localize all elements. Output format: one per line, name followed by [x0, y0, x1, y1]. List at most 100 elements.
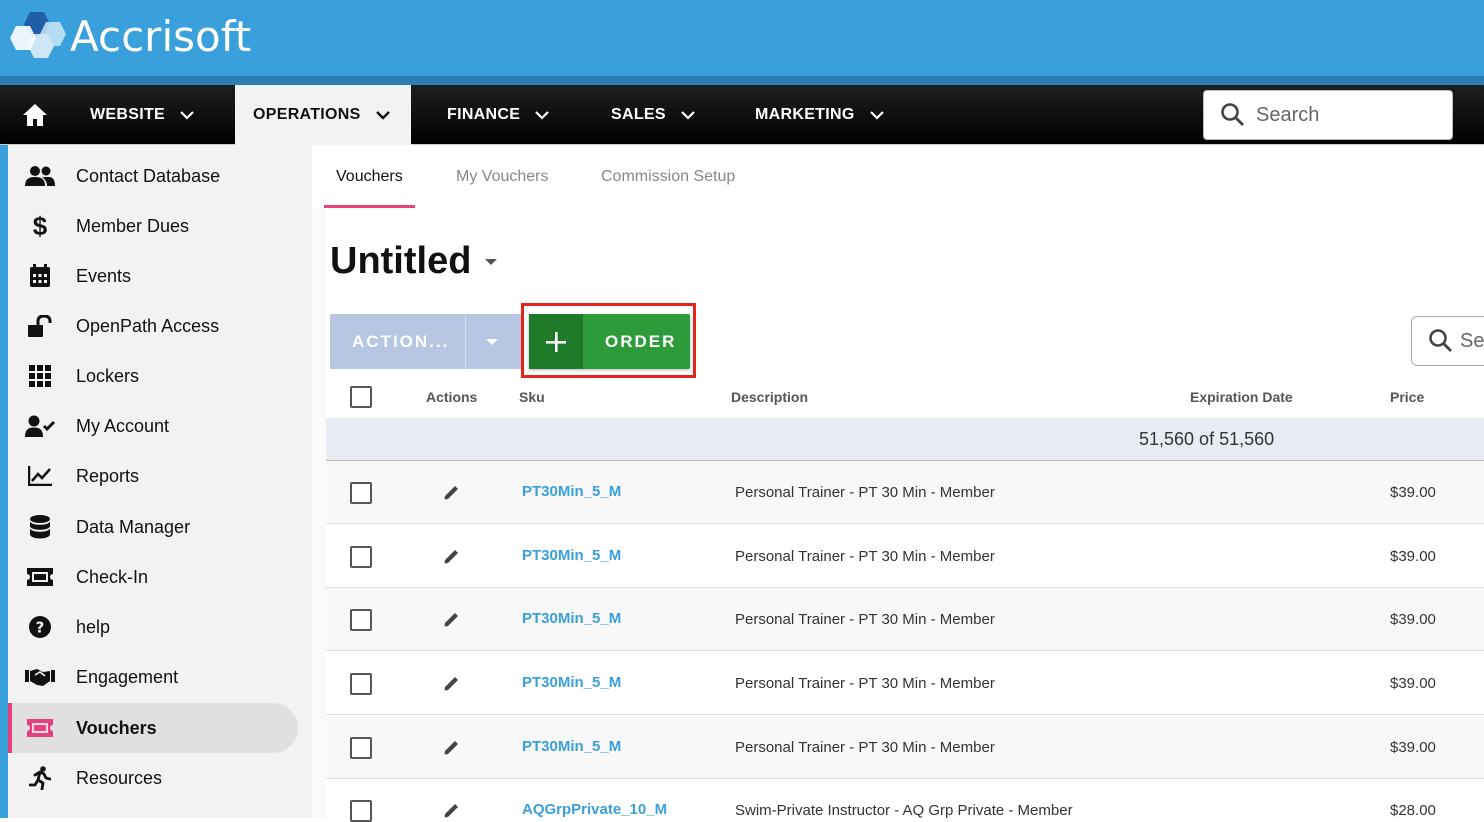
sku-link[interactable]: PT30Min_5_M — [522, 674, 621, 691]
nav-website-label: WEBSITE — [90, 106, 165, 123]
user-check-icon — [24, 410, 56, 442]
grid-search[interactable]: Se — [1411, 316, 1484, 366]
search-icon — [1221, 103, 1244, 126]
sidebar-item-label: help — [76, 616, 111, 637]
logo-icon — [10, 12, 66, 58]
pencil-icon[interactable] — [443, 547, 461, 565]
select-all-checkbox[interactable] — [350, 386, 372, 408]
sidebar-item-label: Member Dues — [76, 215, 190, 236]
sidebar-item-member-dues[interactable]: $ Member Dues — [8, 201, 298, 251]
sidebar-item-label: My Account — [76, 415, 170, 436]
sidebar-item-vouchers[interactable]: Vouchers — [8, 703, 298, 753]
sku-link[interactable]: PT30Min_5_M — [522, 483, 621, 500]
sidebar-item-lockers[interactable]: Lockers — [8, 351, 298, 401]
title-dropdown-icon[interactable] — [484, 257, 498, 267]
svg-text:?: ? — [36, 619, 45, 637]
brand-name: Accrisoft — [70, 11, 252, 61]
accrisoft-logo[interactable]: Accrisoft — [10, 10, 251, 62]
row-checkbox[interactable] — [350, 609, 372, 631]
column-header-expiration-date[interactable]: Expiration Date — [1190, 389, 1293, 405]
nav-operations-label: OPERATIONS — [253, 106, 361, 123]
nav-marketing[interactable]: MARKETING — [755, 85, 885, 145]
chevron-down-icon — [869, 111, 884, 120]
app-header: Accrisoft — [0, 0, 1484, 76]
price-cell: $39.00 — [1390, 675, 1436, 692]
tab-vouchers[interactable]: Vouchers — [324, 145, 415, 208]
nav-website[interactable]: WEBSITE — [90, 85, 195, 145]
sidebar-item-openpath-access[interactable]: OpenPath Access — [8, 301, 298, 351]
chevron-down-icon — [535, 111, 549, 120]
main-nav: WEBSITE OPERATIONS FINANCE SALES MARKETI… — [0, 85, 1484, 145]
grid-icon — [24, 360, 56, 392]
sidebar-item-help[interactable]: ? help — [8, 602, 298, 652]
row-checkbox[interactable] — [350, 800, 372, 822]
column-header-price[interactable]: Price — [1390, 389, 1424, 405]
sidebar-item-check-in[interactable]: Check-In — [8, 552, 298, 602]
row-checkbox[interactable] — [350, 737, 372, 759]
sidebar-item-events[interactable]: Events — [8, 251, 298, 301]
home-button[interactable] — [14, 99, 56, 131]
pencil-icon[interactable] — [443, 801, 461, 819]
table-row[interactable]: PT30Min_5_M Personal Trainer - PT 30 Min… — [326, 716, 1484, 779]
sidebar-item-resources[interactable]: Resources — [8, 753, 298, 803]
order-button[interactable]: ORDER — [529, 314, 690, 369]
users-icon — [24, 160, 56, 192]
description-cell: Personal Trainer - PT 30 Min - Member — [735, 739, 995, 756]
sku-link[interactable]: PT30Min_5_M — [522, 547, 621, 564]
database-icon — [24, 511, 56, 543]
global-search-input[interactable] — [1256, 103, 1436, 127]
price-cell: $39.00 — [1390, 484, 1436, 501]
table-row[interactable]: PT30Min_5_M Personal Trainer - PT 30 Min… — [326, 588, 1484, 651]
voucher-tabs: Vouchers My Vouchers Commission Setup — [312, 145, 1484, 208]
description-cell: Personal Trainer - PT 30 Min - Member — [735, 548, 995, 565]
sidebar-item-data-manager[interactable]: Data Manager — [8, 502, 298, 552]
nav-finance[interactable]: FINANCE — [447, 85, 550, 145]
sidebar-item-label: Engagement — [76, 666, 179, 687]
sidebar-item-my-account[interactable]: My Account — [8, 401, 298, 451]
tab-commission-setup[interactable]: Commission Setup — [589, 145, 747, 208]
description-cell: Personal Trainer - PT 30 Min - Member — [735, 611, 995, 628]
sidebar-item-engagement[interactable]: Engagement — [8, 652, 298, 702]
global-search[interactable] — [1203, 90, 1453, 140]
row-checkbox[interactable] — [350, 673, 372, 695]
button-divider — [465, 314, 466, 369]
table-row[interactable]: AQGrpPrivate_10_M Swim-Private Instructo… — [326, 779, 1484, 822]
table-row[interactable]: PT30Min_5_M Personal Trainer - PT 30 Min… — [326, 461, 1484, 524]
sku-link[interactable]: PT30Min_5_M — [522, 738, 621, 755]
sidebar-item-contact-database[interactable]: Contact Database — [8, 151, 298, 201]
unlock-icon — [24, 310, 56, 342]
row-checkbox[interactable] — [350, 482, 372, 504]
nav-sales[interactable]: SALES — [611, 85, 696, 145]
record-count-row: 51,560 of 51,560 — [326, 418, 1484, 461]
tab-label: My Vouchers — [456, 167, 549, 185]
table-row[interactable]: PT30Min_5_M Personal Trainer - PT 30 Min… — [326, 525, 1484, 588]
sidebar-item-reports[interactable]: Reports — [8, 451, 298, 501]
runner-icon — [24, 762, 56, 794]
pencil-icon[interactable] — [443, 483, 461, 501]
price-cell: $39.00 — [1390, 548, 1436, 565]
voucher-icon — [24, 712, 56, 744]
price-cell: $39.00 — [1390, 739, 1436, 756]
order-button-label: ORDER — [605, 332, 677, 351]
pencil-icon[interactable] — [443, 610, 461, 628]
column-header-description[interactable]: Description — [731, 389, 808, 405]
sku-link[interactable]: AQGrpPrivate_10_M — [522, 801, 667, 818]
action-dropdown-button[interactable]: ACTION... — [330, 314, 522, 369]
sidebar-edge — [0, 145, 8, 818]
ticket-icon — [24, 561, 56, 593]
sku-link[interactable]: PT30Min_5_M — [522, 610, 621, 627]
sidebar-item-label: Check-In — [76, 566, 149, 587]
pencil-icon[interactable] — [443, 674, 461, 692]
header-stripe — [0, 76, 1484, 85]
record-count: 51,560 of 51,560 — [1139, 429, 1275, 449]
chevron-down-icon — [681, 111, 695, 120]
tab-my-vouchers[interactable]: My Vouchers — [444, 145, 560, 208]
row-checkbox[interactable] — [350, 546, 372, 568]
pencil-icon[interactable] — [443, 738, 461, 756]
help-icon: ? — [24, 611, 56, 643]
column-header-actions[interactable]: Actions — [426, 389, 477, 405]
nav-operations[interactable]: OPERATIONS — [235, 85, 411, 145]
description-cell: Personal Trainer - PT 30 Min - Member — [735, 675, 995, 692]
table-row[interactable]: PT30Min_5_M Personal Trainer - PT 30 Min… — [326, 652, 1484, 715]
column-header-sku[interactable]: Sku — [519, 389, 545, 405]
